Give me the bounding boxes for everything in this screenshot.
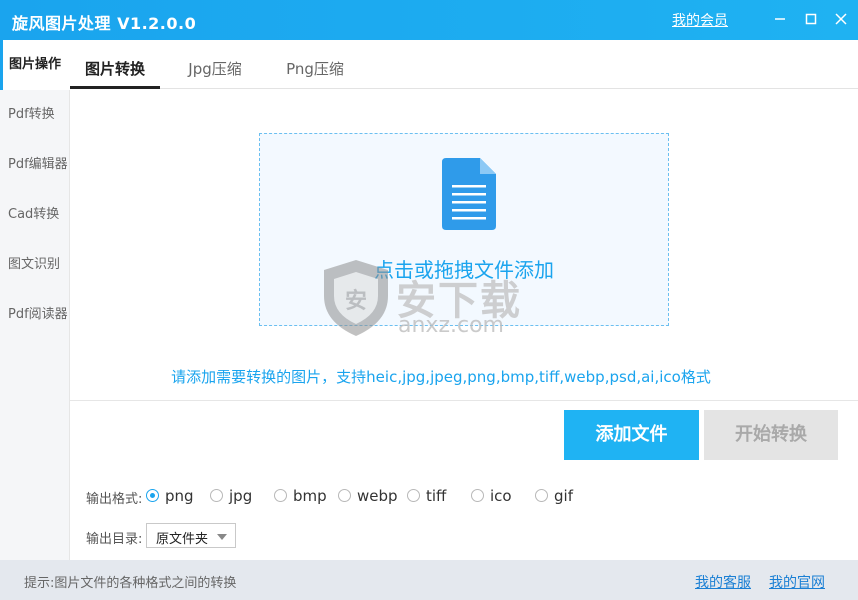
title-bar: 旋风图片处理 V1.2.0.0 我的会员 xyxy=(0,0,858,40)
watermark-domain: anxz.com xyxy=(398,313,504,338)
format-label-bmp: bmp xyxy=(293,487,327,505)
sidebar-item-pdf-editor[interactable]: Pdf编辑器 xyxy=(0,140,70,190)
sidebar-item-ocr[interactable]: 图文识别 xyxy=(0,240,70,290)
format-label-png: png xyxy=(165,487,194,505)
status-bar: 提示:图片文件的各种格式之间的转换 我的客服 我的官网 xyxy=(0,560,858,600)
app-title: 旋风图片处理 V1.2.0.0 xyxy=(12,14,197,33)
radio-unchecked-icon xyxy=(210,489,223,502)
tab-jpg-compress[interactable]: Jpg压缩 xyxy=(170,40,260,89)
minimize-icon[interactable] xyxy=(768,8,792,30)
radio-unchecked-icon xyxy=(535,489,548,502)
radio-unchecked-icon xyxy=(407,489,420,502)
format-label-webp: webp xyxy=(357,487,398,505)
output-dir-select[interactable]: 原文件夹 xyxy=(146,523,236,548)
sidebar-item-image-operations[interactable]: 图片操作 xyxy=(0,40,70,90)
sidebar-item-cad-convert[interactable]: Cad转换 xyxy=(0,190,70,240)
official-website-link[interactable]: 我的官网 xyxy=(769,572,825,592)
maximize-icon[interactable] xyxy=(799,8,823,30)
sidebar: 图片操作 Pdf转换 Pdf编辑器 Cad转换 图文识别 Pdf阅读器 xyxy=(0,40,70,560)
radio-unchecked-icon xyxy=(274,489,287,502)
document-icon xyxy=(442,158,496,234)
output-format-label: 输出格式: xyxy=(86,492,143,507)
start-convert-button[interactable]: 开始转换 xyxy=(704,410,838,460)
sidebar-item-pdf-convert[interactable]: Pdf转换 xyxy=(0,90,70,140)
divider xyxy=(70,400,858,401)
supported-formats-hint: 请添加需要转换的图片，支持heic,jpg,jpeg,png,bmp,tiff,… xyxy=(171,368,711,386)
svg-text:安: 安 xyxy=(345,288,367,314)
tab-image-convert[interactable]: 图片转换 xyxy=(70,40,160,89)
format-label-tiff: tiff xyxy=(426,487,447,505)
tab-bar: 图片转换 Jpg压缩 Png压缩 xyxy=(70,40,858,89)
format-label-gif: gif xyxy=(554,487,573,505)
output-dir-label: 输出目录: xyxy=(86,532,143,547)
output-dir-value: 原文件夹 xyxy=(156,532,209,547)
watermark-shield-icon: 安 xyxy=(320,258,392,342)
chevron-down-icon xyxy=(217,534,227,540)
sidebar-item-pdf-reader[interactable]: Pdf阅读器 xyxy=(0,290,70,340)
my-membership-link[interactable]: 我的会员 xyxy=(672,10,728,30)
customer-service-link[interactable]: 我的客服 xyxy=(695,572,751,592)
radio-checked-icon xyxy=(146,489,159,502)
format-label-ico: ico xyxy=(490,487,512,505)
radio-unchecked-icon xyxy=(338,489,351,502)
add-files-button[interactable]: 添加文件 xyxy=(564,410,699,460)
radio-unchecked-icon xyxy=(471,489,484,502)
close-icon[interactable] xyxy=(829,8,853,30)
format-label-jpg: jpg xyxy=(229,487,253,505)
status-tip: 提示:图片文件的各种格式之间的转换 xyxy=(24,576,237,591)
tab-png-compress[interactable]: Png压缩 xyxy=(270,40,360,89)
